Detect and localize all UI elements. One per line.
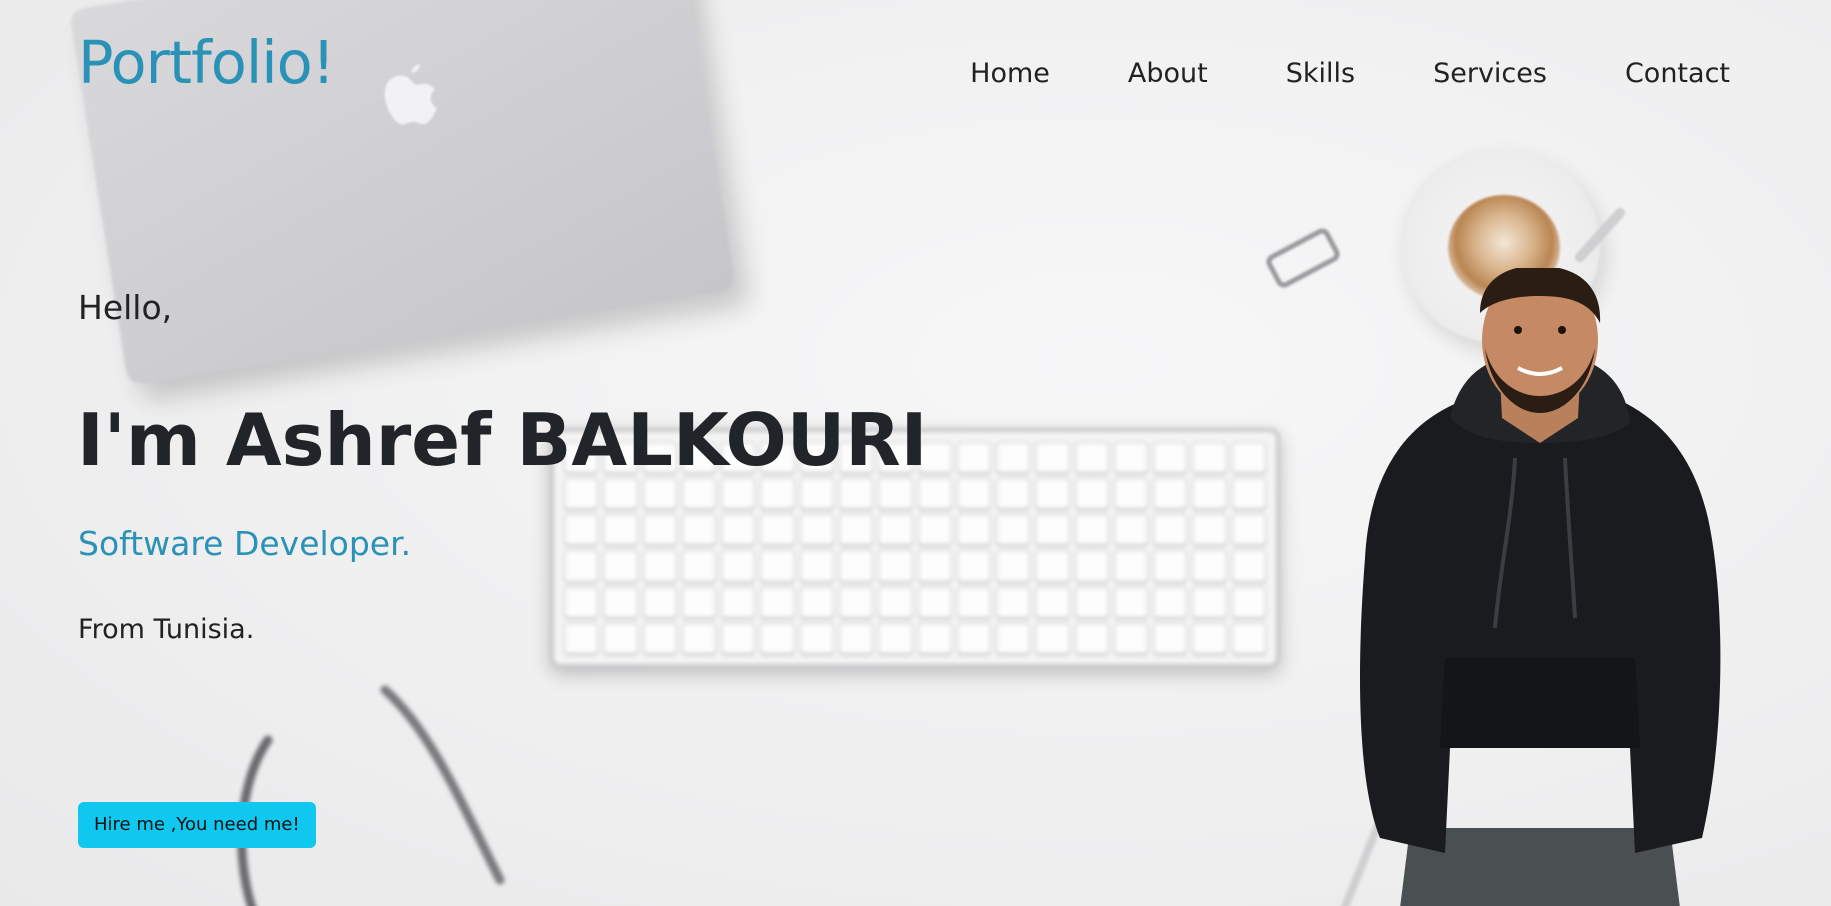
- greeting-text: Hello,: [78, 288, 173, 327]
- nav-home[interactable]: Home: [970, 58, 1050, 89]
- origin-text: From Tunisia.: [78, 614, 255, 645]
- main-nav: Home About Skills Services Contact: [900, 58, 1730, 89]
- brand-logo[interactable]: Portfolio!: [78, 28, 335, 97]
- hero-section: Portfolio! Home About Skills Services Co…: [0, 0, 1831, 906]
- nav-services[interactable]: Services: [1433, 58, 1547, 89]
- nav-about[interactable]: About: [1128, 58, 1208, 89]
- hire-me-button[interactable]: Hire me ,You need me!: [78, 802, 316, 848]
- role-text: Software Developer.: [78, 524, 412, 563]
- glasses-decoration: [237, 685, 505, 906]
- hero-headline: I'm Ashref BALKOURI: [77, 398, 928, 482]
- apple-logo-icon: [384, 64, 437, 125]
- binder-clip-decoration: [1263, 225, 1343, 291]
- nav-contact[interactable]: Contact: [1625, 58, 1730, 89]
- nav-skills[interactable]: Skills: [1286, 58, 1355, 89]
- profile-photo: [1360, 268, 1721, 906]
